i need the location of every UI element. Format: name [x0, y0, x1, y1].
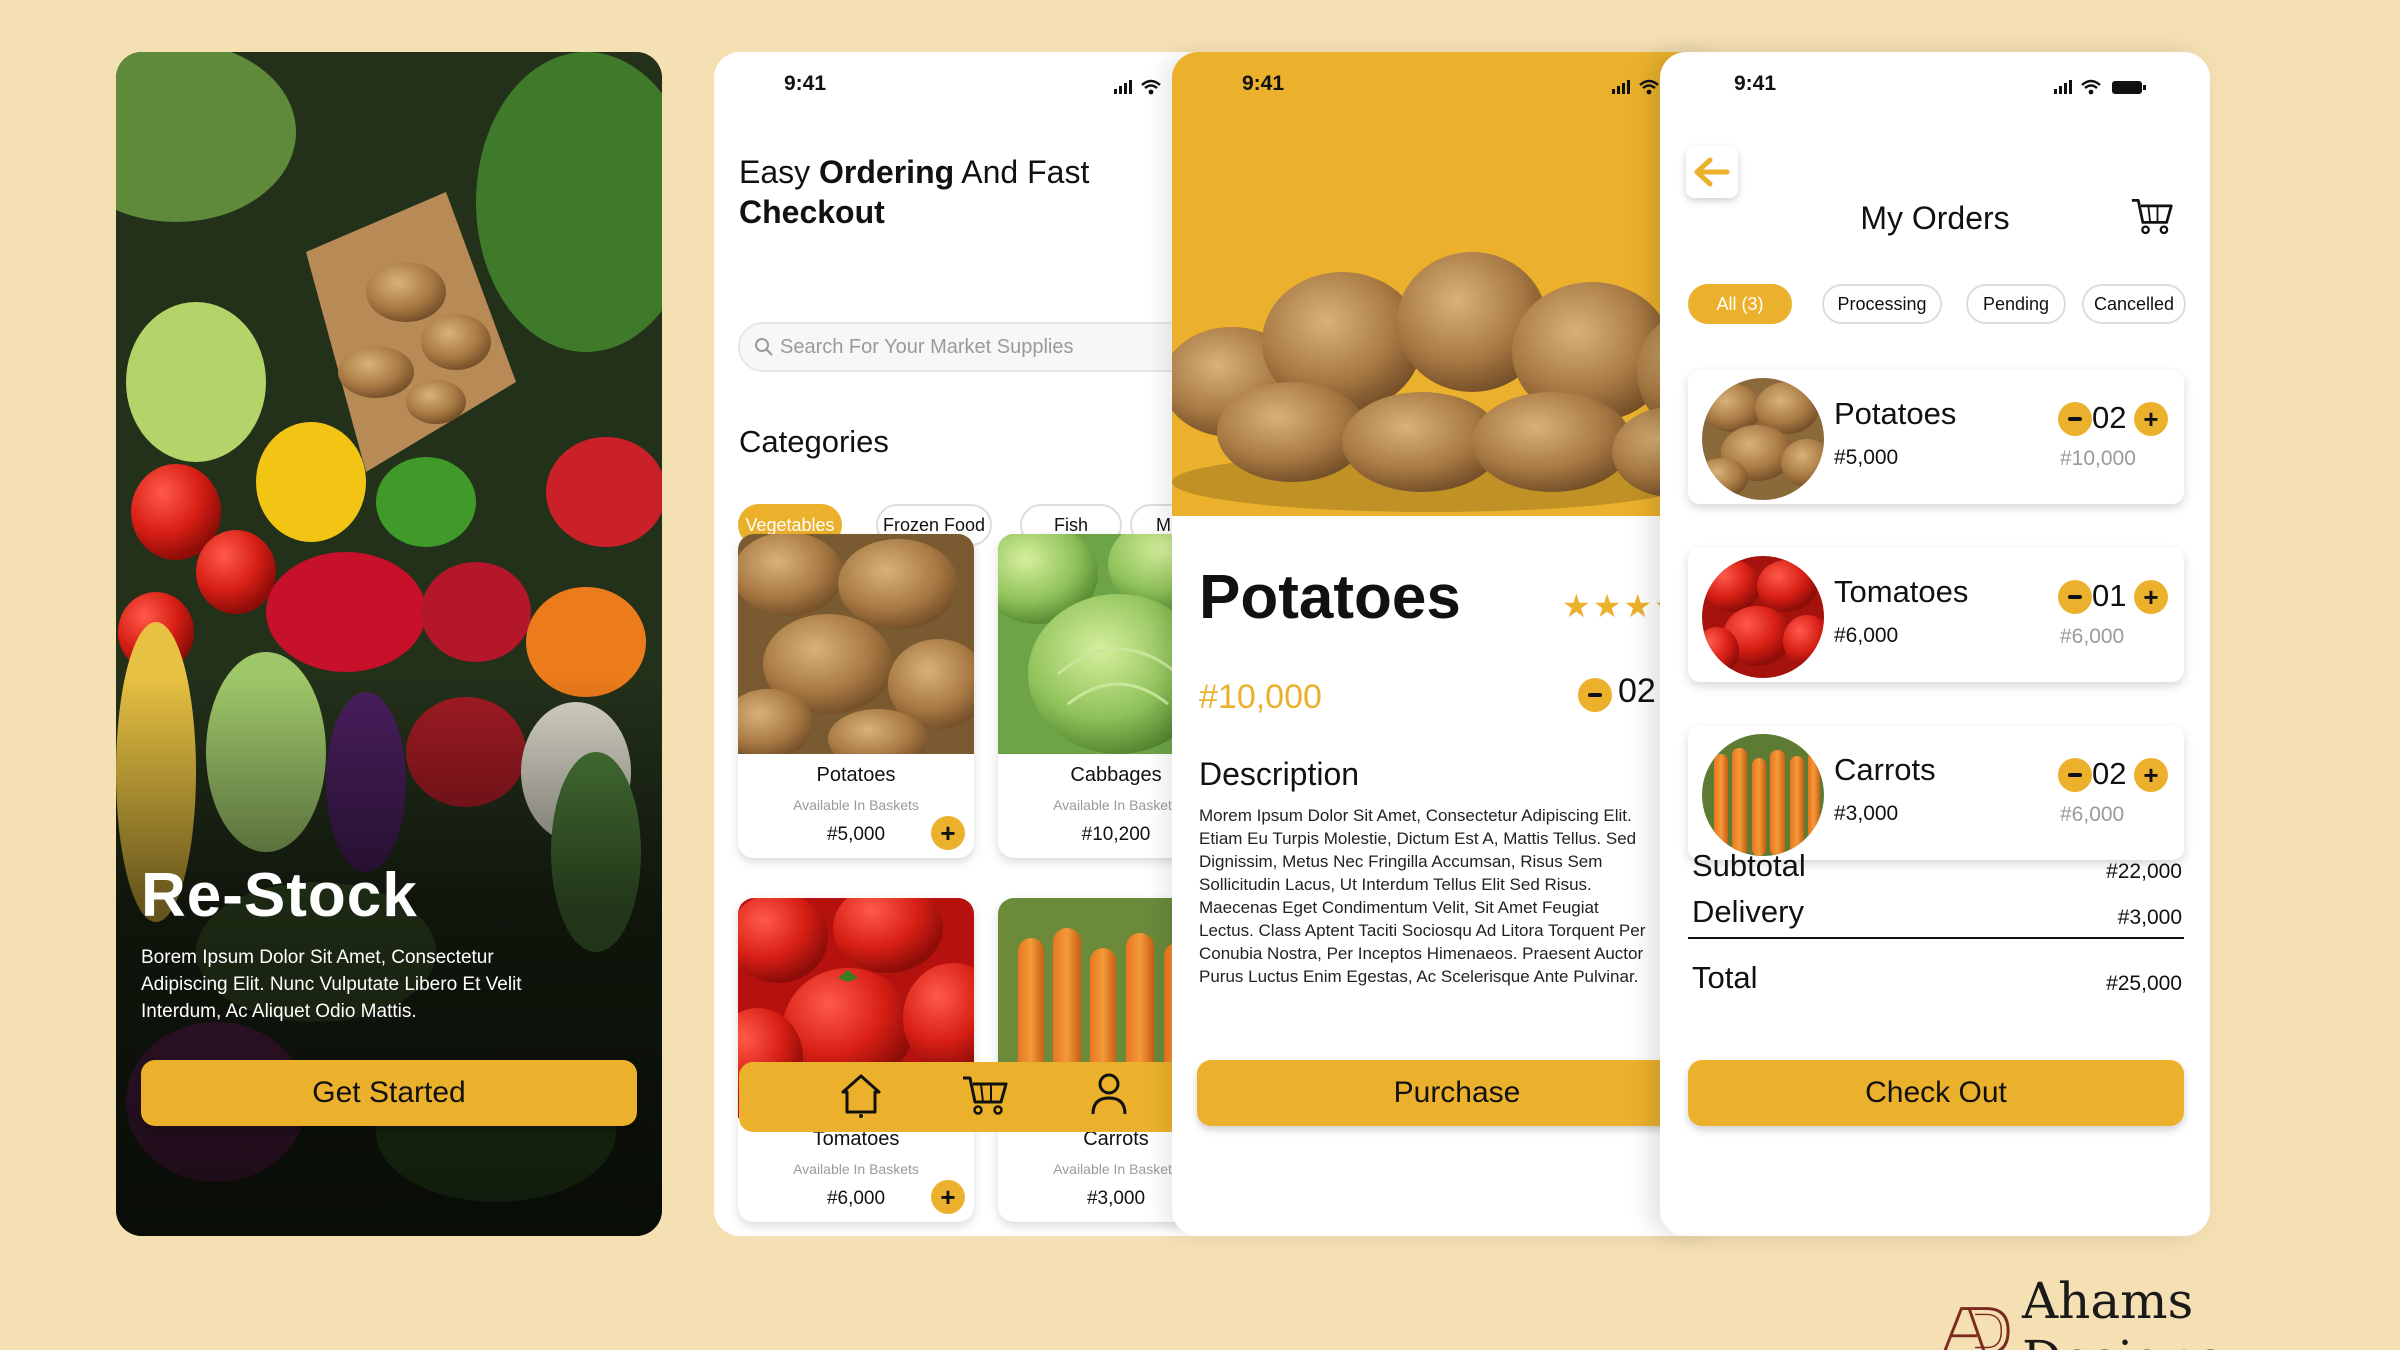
home-icon[interactable]: [839, 1072, 883, 1118]
purchase-button[interactable]: Purchase: [1197, 1060, 1717, 1126]
order-item-unit-price: #6,000: [1834, 624, 1899, 647]
decrease-quantity-button[interactable]: [1578, 678, 1612, 712]
order-item-carrots[interactable]: Carrots #3,000 02 + #6,000: [1688, 726, 2184, 860]
status-bar: 9:41: [714, 72, 1214, 102]
decrease-quantity-button[interactable]: [2058, 580, 2092, 614]
order-item-unit-price: #3,000: [1834, 802, 1899, 825]
onboarding-screen: Re-Stock Borem Ipsum Dolor Sit Amet, Con…: [116, 52, 662, 1236]
brand-logo: Ahams Designs: [1940, 1272, 2400, 1350]
heading-text: Easy: [739, 154, 820, 190]
add-to-cart-button[interactable]: +: [931, 1180, 965, 1214]
status-time: 9:41: [784, 72, 827, 95]
search-placeholder: Search For Your Market Supplies: [780, 335, 1074, 358]
order-item-name: Carrots: [1834, 752, 1936, 787]
order-item-total: #10,000: [2060, 447, 2136, 470]
ad-monogram-logo: [1943, 1307, 2010, 1350]
status-time: 9:41: [1734, 72, 1777, 95]
decrease-quantity-button[interactable]: [2058, 402, 2092, 436]
product-card-potatoes[interactable]: Potatoes Available In Baskets #5,000 +: [738, 534, 974, 858]
potatoes-thumbnail: [1702, 378, 1824, 500]
order-item-name: Potatoes: [1834, 396, 1957, 431]
order-item-quantity: 02: [2092, 400, 2127, 435]
product-price: #10,000: [1199, 678, 1322, 716]
product-title: Potatoes: [1199, 563, 1461, 632]
delivery-value: #3,000: [2117, 906, 2182, 929]
status-time: 9:41: [1242, 72, 1285, 95]
filter-all[interactable]: All (3): [1688, 284, 1792, 324]
search-icon: [755, 338, 773, 356]
subtotal-value: #22,000: [2106, 860, 2182, 883]
carrots-image: [1702, 734, 1824, 856]
carrots-thumbnail: [1702, 734, 1824, 856]
status-icons: [2054, 78, 2154, 101]
description-line: Conubia Nostra, Per Inceptos Himenaeos. …: [1199, 944, 1644, 963]
status-bar: 9:41: [1172, 72, 1732, 102]
quantity-value: 02: [1618, 672, 1656, 710]
description-line: Lectus. Class Aptent Taciti Sociosqu Ad …: [1199, 921, 1646, 940]
back-button[interactable]: [1686, 146, 1738, 198]
get-started-button[interactable]: Get Started: [141, 1060, 637, 1126]
page-title: My Orders: [1860, 200, 2010, 236]
heading-text: And Fast: [954, 154, 1090, 190]
filter-cancelled[interactable]: Cancelled: [2082, 284, 2186, 324]
signal-wifi-battery-icon: [2054, 79, 2146, 95]
order-item-total: #6,000: [2060, 625, 2125, 648]
decrease-quantity-button[interactable]: [2058, 758, 2092, 792]
description-line: Etiam Eu Turpis Molestie, Dictum Est A, …: [1199, 829, 1637, 848]
app-title: Re-Stock: [141, 861, 418, 930]
browse-screen: 9:41 Easy Ordering And Fast Checkout Sea…: [714, 52, 1214, 1236]
bottom-nav: [739, 1062, 1214, 1132]
order-item-unit-price: #5,000: [1834, 446, 1899, 469]
increase-quantity-button[interactable]: +: [2134, 402, 2168, 436]
increase-quantity-button[interactable]: +: [2134, 758, 2168, 792]
heading-bold: Ordering: [819, 154, 955, 190]
status-bar: 9:41: [1660, 72, 2210, 102]
total-value: #25,000: [2106, 972, 2182, 995]
order-item-quantity: 02: [2092, 756, 2127, 791]
description-title: Description: [1199, 756, 1360, 792]
product-availability: Available In Baskets: [793, 797, 919, 813]
potatoes-image: [738, 534, 974, 754]
filter-processing[interactable]: Processing: [1822, 284, 1942, 324]
potatoes-hero-image: [1172, 252, 1732, 512]
description-line: Sollicitudin Lacus, Ut Interdum Tellus E…: [1199, 875, 1592, 894]
order-item-quantity: 01: [2092, 578, 2127, 613]
page-heading: Easy Ordering And Fast Checkout: [739, 152, 1159, 232]
order-item-name: Tomatoes: [1834, 574, 1969, 609]
description-line: Maecenas Eget Condimentum Velit, Sit Ame…: [1199, 898, 1599, 917]
categories-title: Categories: [739, 424, 889, 459]
cart-icon[interactable]: [2130, 196, 2174, 236]
order-item-tomatoes[interactable]: Tomatoes #6,000 01 + #6,000: [1688, 548, 2184, 682]
delivery-label: Delivery: [1692, 894, 1804, 929]
potatoes-image: [1702, 378, 1824, 500]
onboarding-description: Borem Ipsum Dolor Sit Amet, Consectetur …: [141, 947, 522, 1022]
description-text: Morem Ipsum Dolor Sit Amet, Consectetur …: [1199, 804, 1669, 988]
product-name: Potatoes: [816, 764, 896, 786]
order-item-potatoes[interactable]: Potatoes #5,000 02 + #10,000: [1688, 370, 2184, 504]
brand-name: Ahams Designs: [2022, 1272, 2223, 1350]
product-card-tomatoes[interactable]: Tomatoes Available In Baskets #6,000 +: [738, 898, 974, 1222]
product-availability: Available In Baskets: [793, 1161, 919, 1177]
cart-icon[interactable]: [961, 1074, 1009, 1116]
add-to-cart-button[interactable]: +: [931, 816, 965, 850]
heading-bold: Checkout: [739, 194, 885, 230]
increase-quantity-button[interactable]: +: [2134, 580, 2168, 614]
subtotal-label: Subtotal: [1692, 848, 1806, 883]
tomatoes-thumbnail: [1702, 556, 1824, 678]
my-orders-screen: 9:41 My Orders All (3) Processing Pendin: [1660, 52, 2210, 1236]
filter-pending[interactable]: Pending: [1966, 284, 2066, 324]
check-out-button[interactable]: Check Out: [1688, 1060, 2184, 1126]
search-input[interactable]: Search For Your Market Supplies: [738, 322, 1214, 372]
total-label: Total: [1692, 960, 1758, 995]
description-line: Purus Luctus Enim Egestas, Ac Scelerisqu…: [1199, 967, 1639, 986]
description-line: Dignissim, Metus Nec Fringilla Accumsan,…: [1199, 852, 1603, 871]
arrow-left-icon: [1694, 157, 1730, 187]
product-detail-screen: 9:41 Potatoes ★★★★ #10,000 02 Descriptio…: [1172, 52, 1732, 1236]
tomatoes-image: [1702, 556, 1824, 678]
profile-icon[interactable]: [1089, 1072, 1129, 1116]
description-line: Morem Ipsum Dolor Sit Amet, Consectetur …: [1199, 806, 1632, 825]
product-hero: 9:41: [1172, 52, 1732, 516]
order-item-total: #6,000: [2060, 803, 2125, 826]
summary-divider: [1688, 937, 2184, 939]
